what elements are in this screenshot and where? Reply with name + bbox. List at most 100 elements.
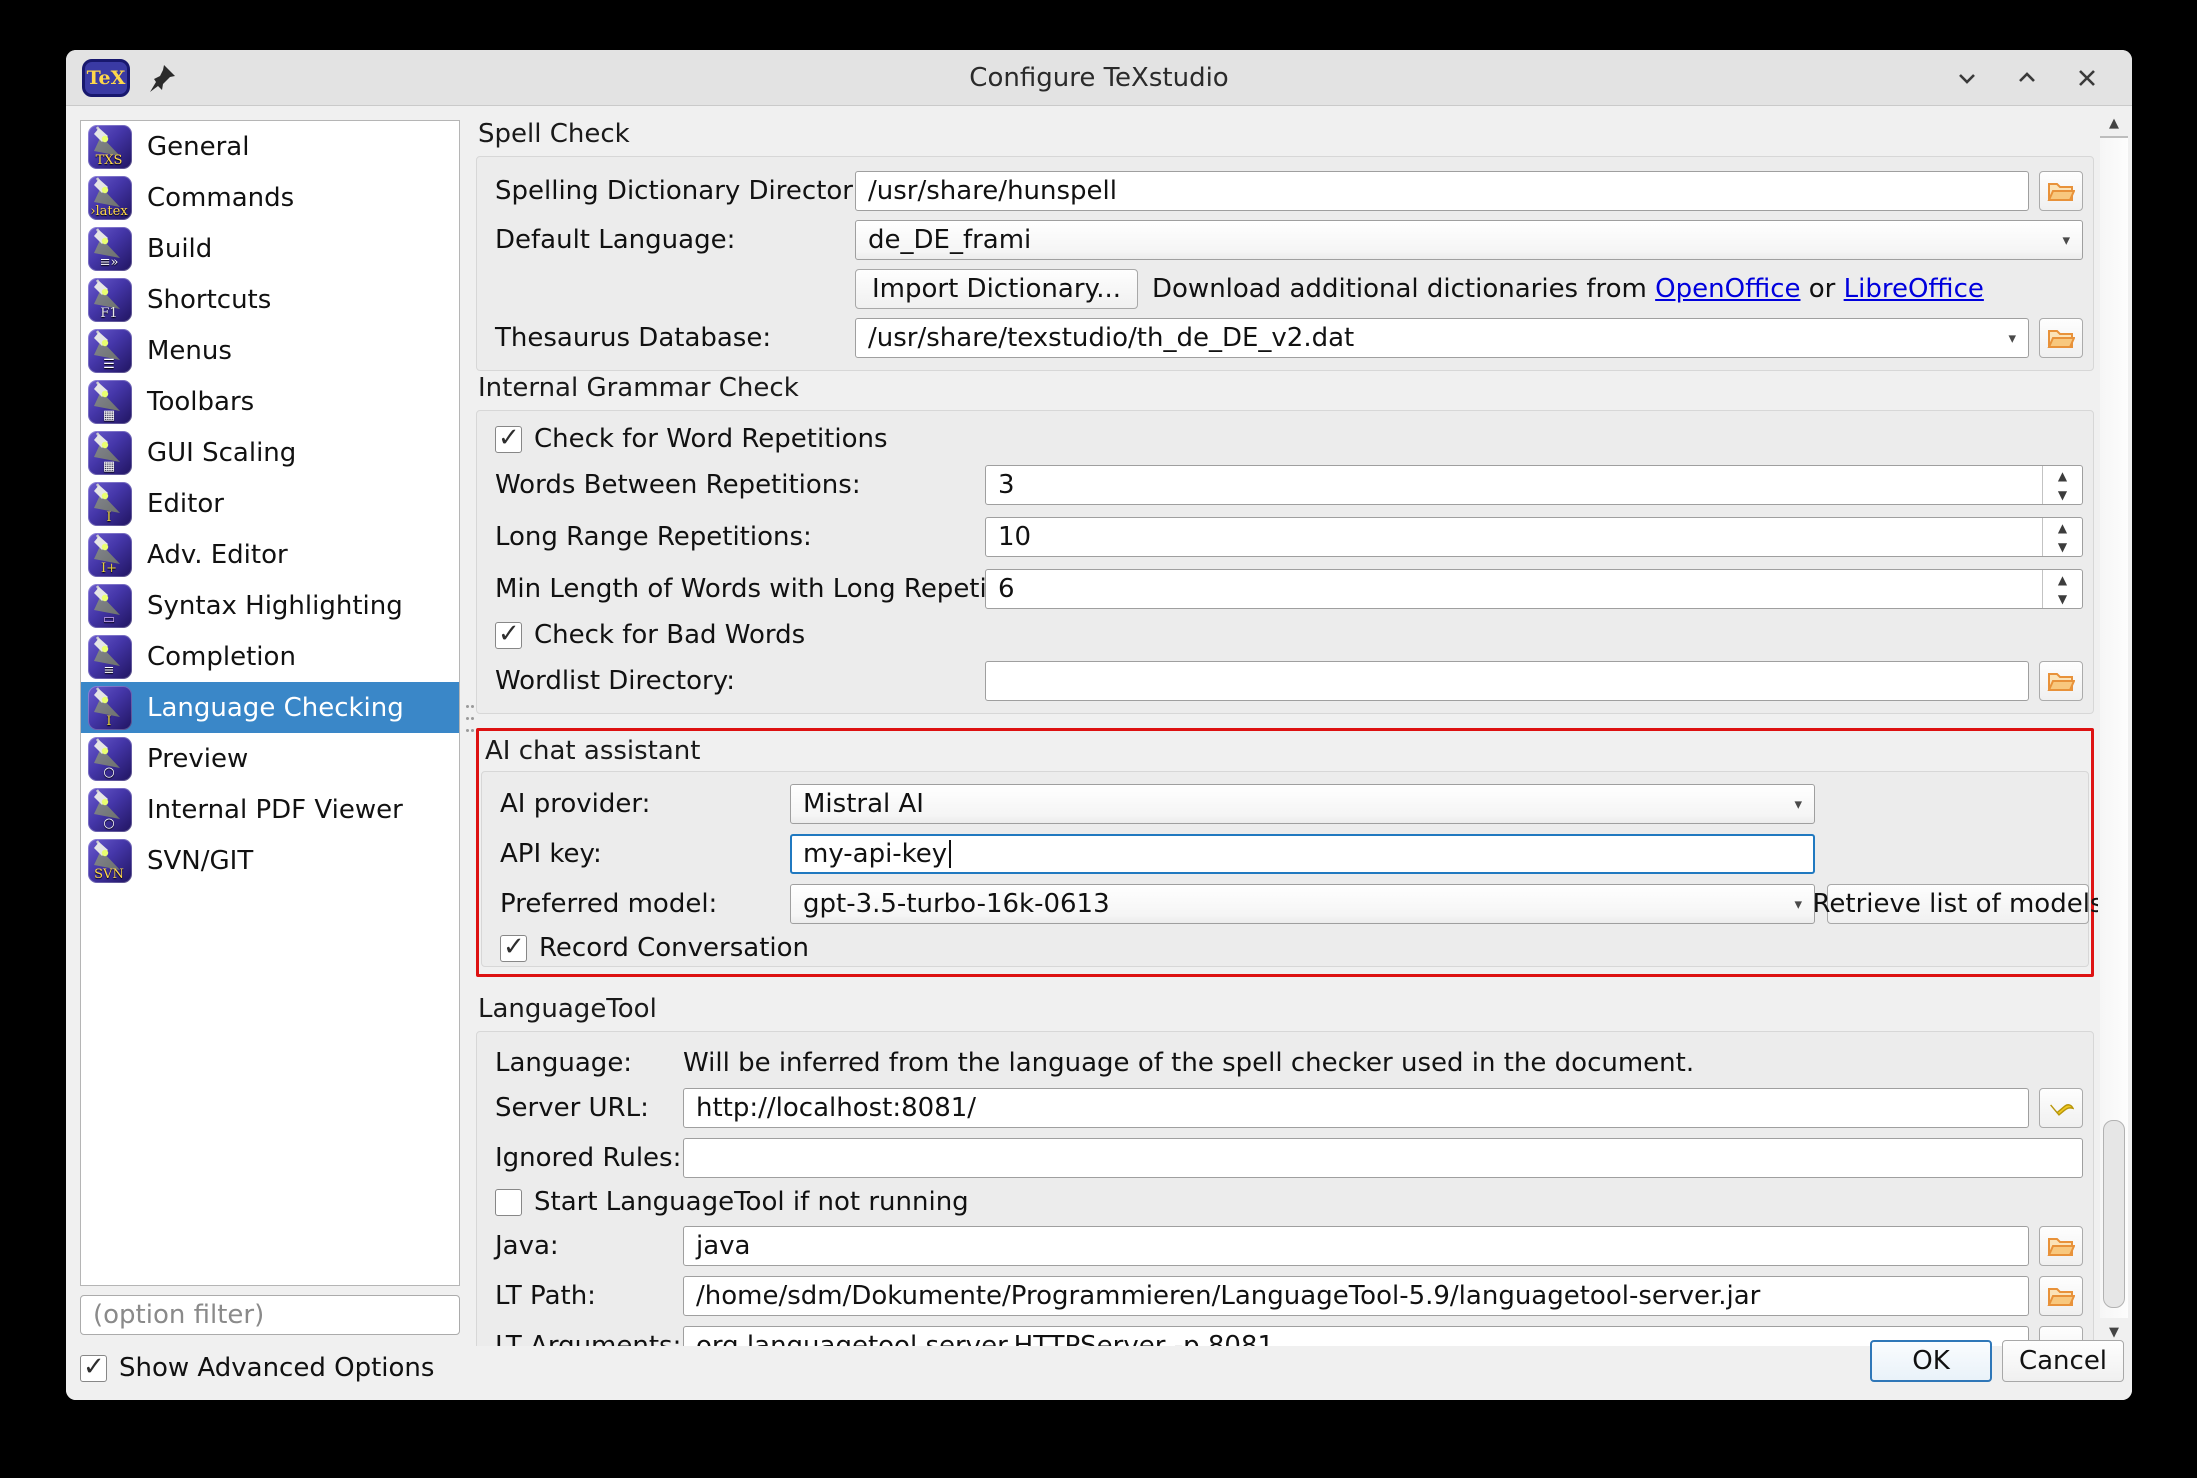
min-length-spinner[interactable]: 6 ▲ ▼: [985, 569, 2083, 609]
configure-texstudio-dialog: Configure TeXstudio TeX: [66, 50, 2132, 1400]
dictionary-directories-label: Spelling Dictionary Directories:: [495, 176, 855, 206]
words-between-label: Words Between Repetitions:: [495, 470, 985, 500]
grammar-check-header: Internal Grammar Check: [478, 374, 2094, 402]
sidebar-item-menus[interactable]: ☰ Menus: [81, 325, 459, 376]
sidebar-item-language-checking[interactable]: I Language Checking: [81, 682, 459, 733]
server-url-reset-button[interactable]: [2039, 1088, 2083, 1128]
chevron-down-icon: ▾: [2052, 231, 2070, 249]
scrollbar-thumb[interactable]: [2103, 1120, 2125, 1308]
dictionary-directories-field[interactable]: /usr/share/hunspell: [855, 171, 2029, 211]
default-language-combobox[interactable]: de_DE_frami ▾: [855, 220, 2083, 260]
server-url-field[interactable]: http://localhost:8081/: [683, 1088, 2029, 1128]
default-language-label: Default Language:: [495, 225, 855, 255]
sidebar-item-general[interactable]: TXS General: [81, 121, 459, 172]
scroll-up-button[interactable]: ▲: [2100, 110, 2128, 138]
sidebar-item-commands[interactable]: ›latex Commands: [81, 172, 459, 223]
section-spell-check: Spell Check Spelling Dictionary Director…: [476, 120, 2094, 371]
long-range-label: Long Range Repetitions:: [495, 522, 985, 552]
import-dictionary-button[interactable]: Import Dictionary...: [855, 269, 1138, 309]
sidebar-item-label: Build: [147, 234, 212, 264]
sidebar-item-preview[interactable]: ○ Preview: [81, 733, 459, 784]
ignored-rules-row: Ignored Rules:: [495, 1138, 2083, 1178]
wordlist-browse-button[interactable]: [2039, 661, 2083, 701]
import-dictionary-row: Import Dictionary... Download additional…: [495, 269, 2083, 309]
long-range-spinner[interactable]: 10 ▲ ▼: [985, 517, 2083, 557]
default-language-row: Default Language: de_DE_frami ▾: [495, 220, 2083, 260]
spin-down-icon[interactable]: ▼: [2043, 485, 2082, 504]
cancel-button[interactable]: Cancel: [2002, 1340, 2124, 1382]
bad-words-checkbox[interactable]: ✓: [495, 622, 522, 649]
folder-icon: [2047, 1284, 2075, 1308]
thesaurus-combobox[interactable]: /usr/share/texstudio/th_de_DE_v2.dat ▾: [855, 318, 2029, 358]
spin-down-icon[interactable]: ▼: [2043, 537, 2082, 556]
titlebar: Configure TeXstudio TeX: [66, 50, 2132, 106]
word-repetitions-checkbox[interactable]: ✓: [495, 426, 522, 453]
lt-path-browse-button[interactable]: [2039, 1276, 2083, 1316]
section-languagetool: LanguageTool Language: Will be inferred …: [476, 995, 2094, 1346]
record-conversation-checkbox[interactable]: ✓: [500, 935, 527, 962]
libreoffice-link[interactable]: LibreOffice: [1844, 274, 1984, 304]
folder-icon: [2047, 326, 2075, 350]
sidebar-item-shortcuts[interactable]: F1 Shortcuts: [81, 274, 459, 325]
sidebar-item-label: Commands: [147, 183, 294, 213]
maximize-button[interactable]: [2010, 61, 2044, 95]
start-languagetool-checkbox[interactable]: ✓: [495, 1189, 522, 1216]
sidebar-item-internal-pdf-viewer[interactable]: ○ Internal PDF Viewer: [81, 784, 459, 835]
retrieve-models-button[interactable]: Retrieve list of models: [1827, 884, 2089, 924]
category-icon: ≡»: [88, 227, 132, 271]
lt-language-row: Language: Will be inferred from the lang…: [495, 1048, 2083, 1078]
thesaurus-row: Thesaurus Database: /usr/share/texstudio…: [495, 318, 2083, 358]
min-length-label: Min Length of Words with Long Repetition…: [495, 574, 985, 604]
sidebar-item-editor[interactable]: I Editor: [81, 478, 459, 529]
option-filter-input[interactable]: (option filter): [80, 1295, 460, 1335]
content-scrollbar[interactable]: ▲ ▼: [2100, 110, 2128, 1346]
lt-path-field[interactable]: /home/sdm/Dokumente/Programmieren/Langua…: [683, 1276, 2029, 1316]
chevron-down-icon: ▾: [1784, 895, 1802, 913]
api-key-label: API key:: [500, 839, 790, 869]
minimize-button[interactable]: [1950, 61, 1984, 95]
ai-provider-row: AI provider: Mistral AI ▾: [500, 784, 2078, 824]
api-key-field[interactable]: my-api-key: [790, 834, 1815, 874]
long-range-row: Long Range Repetitions: 10 ▲ ▼: [495, 517, 2083, 557]
sidebar-item-build[interactable]: ≡» Build: [81, 223, 459, 274]
dictionary-directories-browse-button[interactable]: [2039, 171, 2083, 211]
sidebar-item-completion[interactable]: ≡ Completion: [81, 631, 459, 682]
sidebar-item-label: Language Checking: [147, 693, 404, 723]
openoffice-link[interactable]: OpenOffice: [1655, 274, 1800, 304]
lt-arguments-field[interactable]: org.languagetool.server.HTTPServer -p 80…: [683, 1326, 2029, 1346]
record-conversation-row: ✓ Record Conversation: [500, 934, 2078, 962]
spin-up-icon[interactable]: ▲: [2043, 570, 2082, 589]
settings-content: Spell Check Spelling Dictionary Director…: [476, 110, 2098, 1346]
spin-up-icon[interactable]: ▲: [2043, 466, 2082, 485]
sidebar-item-gui-scaling[interactable]: ▦ GUI Scaling: [81, 427, 459, 478]
sidebar-item-label: Completion: [147, 642, 296, 672]
category-icon: ▭: [88, 584, 132, 628]
thesaurus-browse-button[interactable]: [2039, 318, 2083, 358]
ai-provider-combobox[interactable]: Mistral AI ▾: [790, 784, 1815, 824]
close-button[interactable]: [2070, 61, 2104, 95]
words-between-spinner[interactable]: 3 ▲ ▼: [985, 465, 2083, 505]
spin-up-icon[interactable]: ▲: [2043, 518, 2082, 537]
min-length-row: Min Length of Words with Long Repetition…: [495, 569, 2083, 609]
sidebar-item-adv-editor[interactable]: I+ Adv. Editor: [81, 529, 459, 580]
splitter-handle[interactable]: [466, 705, 474, 739]
ok-button[interactable]: OK: [1870, 1340, 1992, 1382]
category-icon: ▦: [88, 380, 132, 424]
preferred-model-combobox[interactable]: gpt-3.5-turbo-16k-0613 ▾: [790, 884, 1815, 924]
ignored-rules-field[interactable]: [683, 1138, 2083, 1178]
java-browse-button[interactable]: [2039, 1226, 2083, 1266]
sidebar-item-label: Preview: [147, 744, 248, 774]
java-field[interactable]: java: [683, 1226, 2029, 1266]
preferred-model-label: Preferred model:: [500, 889, 790, 919]
languagetool-header: LanguageTool: [478, 995, 2094, 1023]
sidebar-item-svn-git[interactable]: SVN SVN/GIT: [81, 835, 459, 886]
sidebar-item-syntax-highlighting[interactable]: ▭ Syntax Highlighting: [81, 580, 459, 631]
sidebar-item-toolbars[interactable]: ▦ Toolbars: [81, 376, 459, 427]
category-icon: ☰: [88, 329, 132, 373]
category-icon: I: [88, 686, 132, 730]
spin-down-icon[interactable]: ▼: [2043, 589, 2082, 608]
category-icon: ○: [88, 788, 132, 832]
wordlist-directory-field[interactable]: [985, 661, 2029, 701]
show-advanced-options-checkbox[interactable]: ✓: [80, 1355, 107, 1382]
pin-icon[interactable]: [146, 62, 178, 94]
